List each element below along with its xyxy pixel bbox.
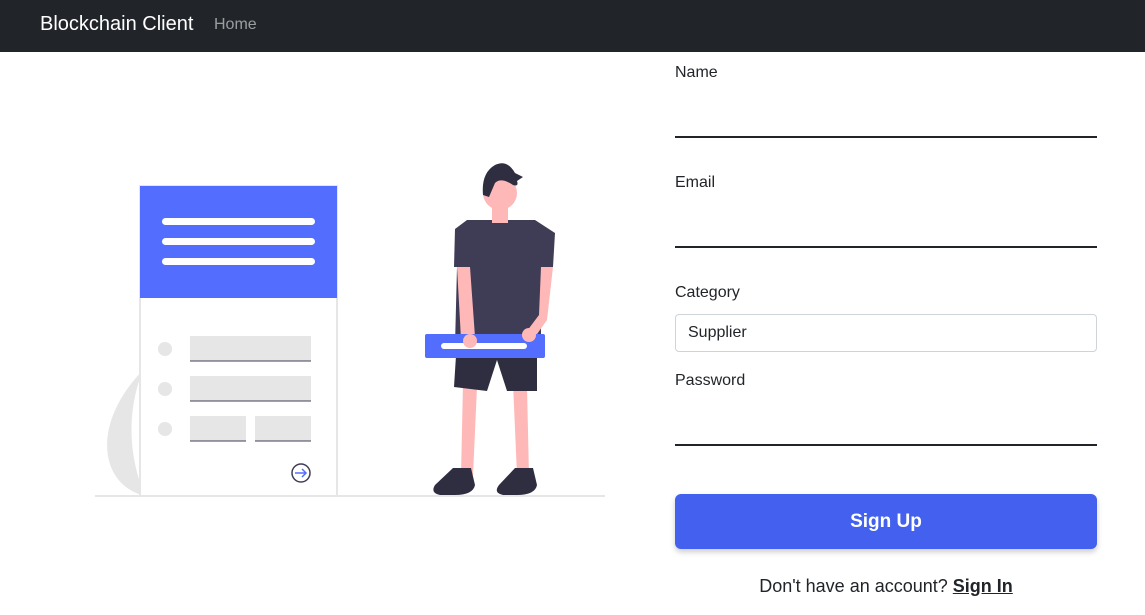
- signup-illustration: [95, 155, 610, 505]
- sign-in-link[interactable]: Sign In: [953, 576, 1013, 596]
- password-input[interactable]: [675, 410, 1097, 446]
- sign-in-prompt: Don't have an account? Sign In: [675, 576, 1097, 597]
- top-navbar: Blockchain Client Home: [0, 0, 1145, 52]
- nav-link-home[interactable]: Home: [214, 16, 257, 34]
- name-label: Name: [675, 64, 718, 81]
- category-selected-value: Supplier: [688, 324, 747, 341]
- illustration-graphic: [95, 163, 605, 497]
- sign-in-prompt-text: Don't have an account?: [759, 576, 948, 596]
- name-input[interactable]: [675, 102, 1097, 138]
- category-label: Category: [675, 284, 740, 301]
- email-label: Email: [675, 174, 716, 191]
- sign-up-button[interactable]: Sign Up: [675, 494, 1097, 549]
- brand-link[interactable]: Blockchain Client: [40, 13, 193, 36]
- password-label: Password: [675, 372, 746, 389]
- email-input[interactable]: [675, 212, 1097, 248]
- category-select[interactable]: Supplier: [675, 314, 1097, 352]
